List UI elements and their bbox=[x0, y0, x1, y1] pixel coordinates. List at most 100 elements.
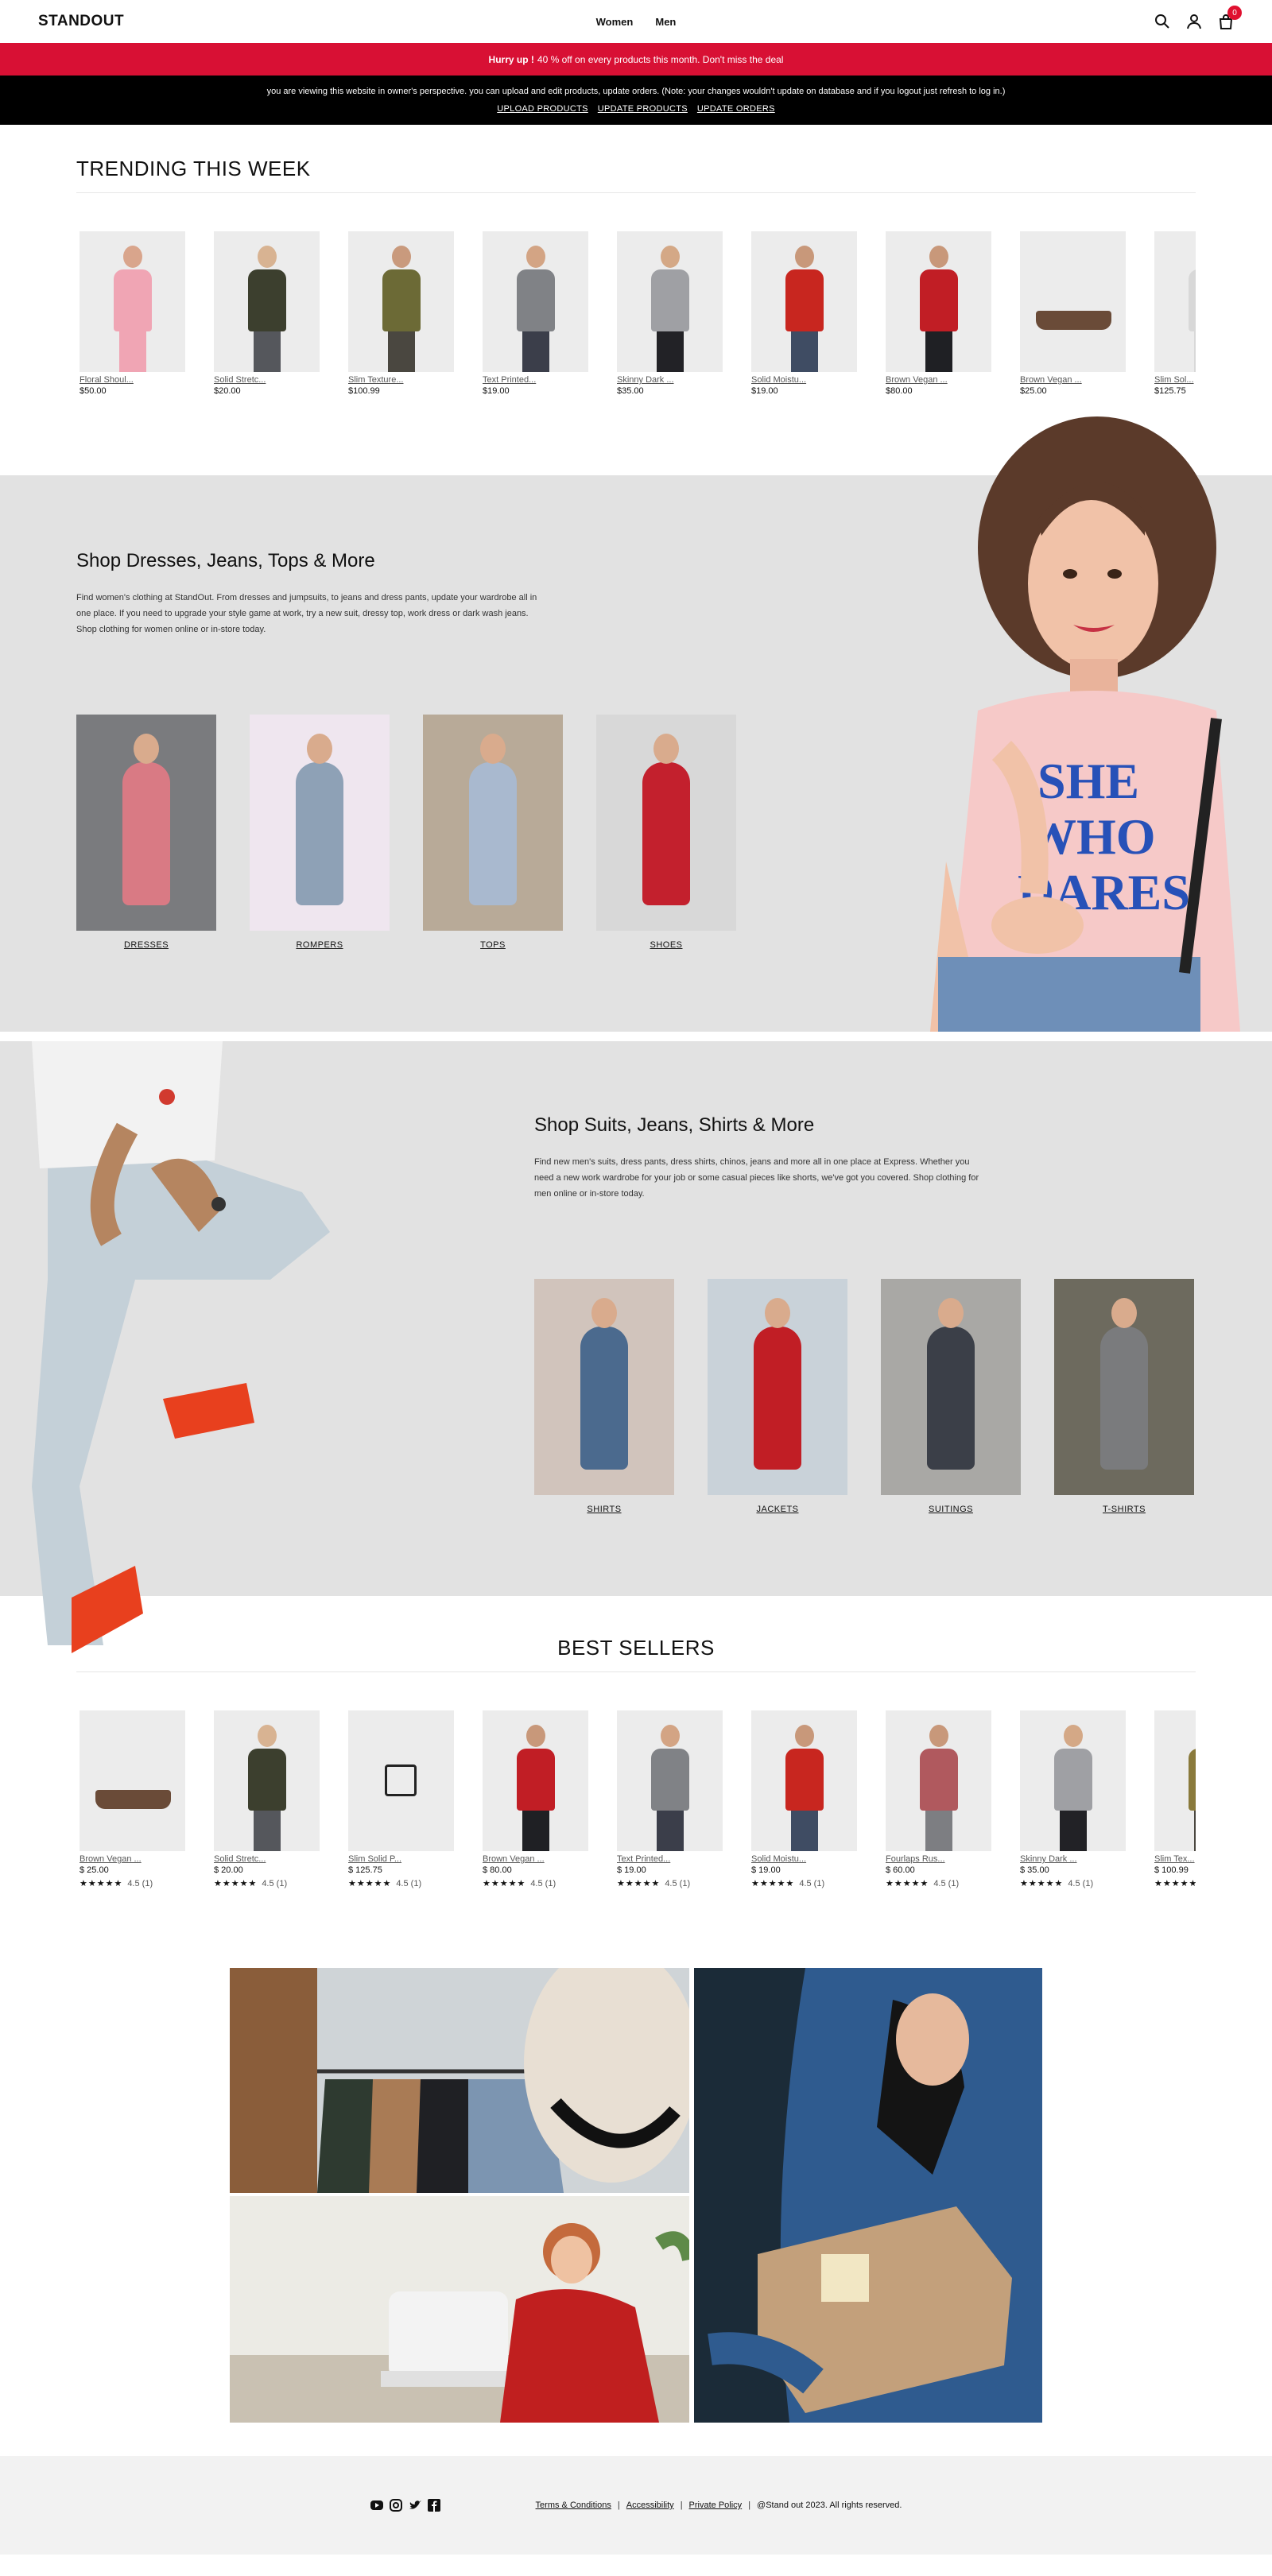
product-card[interactable]: Slim Tex... $ 100.99 ★★★★★ bbox=[1154, 1710, 1196, 1888]
product-card[interactable]: Slim Sol... $125.75 bbox=[1154, 231, 1196, 396]
product-image[interactable] bbox=[483, 1710, 588, 1851]
product-card[interactable]: Fourlaps Rus... $ 60.00 ★★★★★ 4.5 (1) bbox=[886, 1710, 991, 1888]
product-image[interactable] bbox=[348, 1710, 454, 1851]
update-products-link[interactable]: UPDATE PRODUCTS bbox=[598, 104, 688, 114]
product-image[interactable] bbox=[214, 1710, 320, 1851]
product-name-link[interactable]: Solid Moistu... bbox=[751, 1854, 857, 1864]
product-name-link[interactable]: Brown Vegan ... bbox=[80, 1854, 185, 1864]
category-card-tops[interactable]: TOPS bbox=[423, 715, 563, 951]
product-card[interactable]: Solid Stretc... $ 20.00 ★★★★★ 4.5 (1) bbox=[214, 1710, 320, 1888]
product-image[interactable] bbox=[751, 1710, 857, 1851]
product-image[interactable] bbox=[214, 231, 320, 372]
rating-value: 4.5 (1) bbox=[799, 1878, 825, 1888]
instagram-icon[interactable] bbox=[389, 2499, 402, 2512]
product-card[interactable]: Brown Vegan ... $ 80.00 ★★★★★ 4.5 (1) bbox=[483, 1710, 588, 1888]
category-image[interactable] bbox=[423, 715, 563, 931]
product-card[interactable]: Text Printed... $ 19.00 ★★★★★ 4.5 (1) bbox=[617, 1710, 723, 1888]
youtube-icon[interactable] bbox=[370, 2499, 383, 2512]
product-image[interactable] bbox=[348, 231, 454, 372]
figure-body bbox=[920, 1749, 958, 1811]
category-label[interactable]: TOPS bbox=[480, 940, 506, 950]
product-card[interactable]: Slim Solid P... $ 125.75 ★★★★★ 4.5 (1) bbox=[348, 1710, 454, 1888]
product-name-link[interactable]: Brown Vegan ... bbox=[886, 375, 991, 385]
product-image[interactable] bbox=[886, 231, 991, 372]
product-name-link[interactable]: Text Printed... bbox=[617, 1854, 723, 1864]
product-card[interactable]: Floral Shoul... $50.00 bbox=[80, 231, 185, 396]
category-card-t-shirts[interactable]: T-SHIRTS bbox=[1054, 1279, 1194, 1516]
category-label[interactable]: DRESSES bbox=[124, 940, 169, 950]
product-name-link[interactable]: Solid Stretc... bbox=[214, 1854, 320, 1864]
upload-products-link[interactable]: UPLOAD PRODUCTS bbox=[497, 104, 588, 114]
product-name-link[interactable]: Solid Stretc... bbox=[214, 375, 320, 385]
category-image[interactable] bbox=[1054, 1279, 1194, 1495]
product-card[interactable]: Solid Moistu... $19.00 bbox=[751, 231, 857, 396]
search-icon[interactable] bbox=[1154, 14, 1170, 29]
terms-link[interactable]: Terms & Conditions bbox=[536, 2500, 611, 2510]
category-label[interactable]: JACKETS bbox=[756, 1505, 798, 1514]
product-card[interactable]: Brown Vegan ... $ 25.00 ★★★★★ 4.5 (1) bbox=[80, 1710, 185, 1888]
category-card-shirts[interactable]: SHIRTS bbox=[534, 1279, 674, 1516]
product-name-link[interactable]: Text Printed... bbox=[483, 375, 588, 385]
category-image[interactable] bbox=[534, 1279, 674, 1495]
privacy-link[interactable]: Private Policy bbox=[689, 2500, 743, 2510]
twitter-icon[interactable] bbox=[409, 2499, 421, 2512]
product-name-link[interactable]: Skinny Dark ... bbox=[617, 375, 723, 385]
user-icon[interactable] bbox=[1186, 14, 1202, 29]
product-card[interactable]: Text Printed... $19.00 bbox=[483, 231, 588, 396]
category-label[interactable]: ROMPERS bbox=[296, 940, 343, 950]
product-name-link[interactable]: Skinny Dark ... bbox=[1020, 1854, 1126, 1864]
category-label[interactable]: SHOES bbox=[650, 940, 682, 950]
product-name-link[interactable]: Solid Moistu... bbox=[751, 375, 857, 385]
accessibility-link[interactable]: Accessibility bbox=[626, 2500, 674, 2510]
category-figure-head bbox=[591, 1298, 617, 1328]
category-image[interactable] bbox=[596, 715, 736, 931]
product-card[interactable]: Solid Moistu... $ 19.00 ★★★★★ 4.5 (1) bbox=[751, 1710, 857, 1888]
logo[interactable]: STANDOUT bbox=[38, 13, 124, 30]
category-card-rompers[interactable]: ROMPERS bbox=[250, 715, 390, 951]
figure-legs bbox=[791, 330, 818, 372]
category-card-suitings[interactable]: SUITINGS bbox=[881, 1279, 1021, 1516]
product-card[interactable]: Skinny Dark ... $ 35.00 ★★★★★ 4.5 (1) bbox=[1020, 1710, 1126, 1888]
category-image[interactable] bbox=[76, 715, 216, 931]
product-card[interactable]: Solid Stretc... $20.00 bbox=[214, 231, 320, 396]
product-name-link[interactable]: Fourlaps Rus... bbox=[886, 1854, 991, 1864]
category-image[interactable] bbox=[881, 1279, 1021, 1495]
category-image[interactable] bbox=[250, 715, 390, 931]
product-image[interactable] bbox=[1154, 1710, 1196, 1851]
product-card[interactable]: Brown Vegan ... $25.00 bbox=[1020, 231, 1126, 396]
category-label[interactable]: T-SHIRTS bbox=[1103, 1505, 1146, 1514]
product-image[interactable] bbox=[80, 231, 185, 372]
category-card-jackets[interactable]: JACKETS bbox=[708, 1279, 847, 1516]
product-image[interactable] bbox=[751, 231, 857, 372]
product-name-link[interactable]: Slim Solid P... bbox=[348, 1854, 454, 1864]
product-name-link[interactable]: Slim Tex... bbox=[1154, 1854, 1196, 1864]
update-orders-link[interactable]: UPDATE ORDERS bbox=[697, 104, 775, 114]
product-image[interactable] bbox=[1020, 1710, 1126, 1851]
product-image[interactable] bbox=[617, 231, 723, 372]
nav-women[interactable]: Women bbox=[596, 16, 634, 28]
product-card[interactable]: Skinny Dark ... $35.00 bbox=[617, 231, 723, 396]
figure-head bbox=[795, 246, 814, 268]
product-image[interactable] bbox=[617, 1710, 723, 1851]
product-name-link[interactable]: Brown Vegan ... bbox=[1020, 375, 1126, 385]
facebook-icon[interactable] bbox=[427, 2499, 440, 2512]
product-image[interactable] bbox=[1154, 231, 1196, 372]
wallet-shape bbox=[1036, 311, 1111, 330]
product-image[interactable] bbox=[80, 1710, 185, 1851]
product-image[interactable] bbox=[1020, 231, 1126, 372]
product-name-link[interactable]: Slim Texture... bbox=[348, 375, 454, 385]
cart-icon[interactable]: 0 bbox=[1218, 6, 1242, 29]
product-name-link[interactable]: Slim Sol... bbox=[1154, 375, 1196, 385]
product-name-link[interactable]: Brown Vegan ... bbox=[483, 1854, 588, 1864]
category-card-dresses[interactable]: DRESSES bbox=[76, 715, 216, 951]
product-image[interactable] bbox=[483, 231, 588, 372]
product-card[interactable]: Slim Texture... $100.99 bbox=[348, 231, 454, 396]
product-image[interactable] bbox=[886, 1710, 991, 1851]
category-label[interactable]: SUITINGS bbox=[929, 1505, 973, 1514]
category-label[interactable]: SHIRTS bbox=[587, 1505, 621, 1514]
category-card-shoes[interactable]: SHOES bbox=[596, 715, 736, 951]
product-card[interactable]: Brown Vegan ... $80.00 bbox=[886, 231, 991, 396]
product-name-link[interactable]: Floral Shoul... bbox=[80, 375, 185, 385]
nav-men[interactable]: Men bbox=[655, 16, 676, 28]
category-image[interactable] bbox=[708, 1279, 847, 1495]
